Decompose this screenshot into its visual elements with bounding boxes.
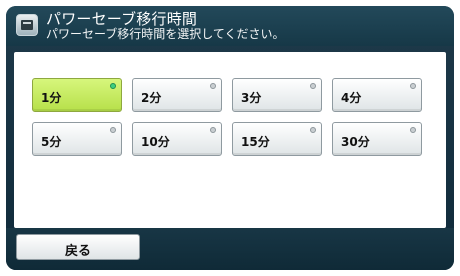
option-4-minutes[interactable]: 4分 [332,78,422,112]
option-30-minutes[interactable]: 30分 [332,122,422,156]
selection-led-icon [310,127,316,133]
option-label: 2分 [141,91,162,105]
option-label: 5分 [41,135,62,149]
device-frame: パワーセーブ移行時間 パワーセーブ移行時間を選択してください。 1分 2分 3分… [0,0,460,276]
footer-bar: 戻る [6,228,454,270]
option-label: 30分 [341,135,370,149]
option-label: 1分 [41,91,62,105]
printer-tray-glyph [21,20,33,30]
machine-settings-icon [16,14,38,36]
selection-led-icon [110,83,116,89]
option-5-minutes[interactable]: 5分 [32,122,122,156]
selection-led-icon [110,127,116,133]
selection-led-icon [410,127,416,133]
option-10-minutes[interactable]: 10分 [132,122,222,156]
selection-led-icon [210,127,216,133]
option-label: 15分 [241,135,270,149]
option-label: 10分 [141,135,170,149]
screen-subtitle: パワーセーブ移行時間を選択してください。 [46,27,285,41]
back-button-label: 戻る [64,244,91,259]
option-label: 3分 [241,91,262,105]
option-15-minutes[interactable]: 15分 [232,122,322,156]
lcd-screen: パワーセーブ移行時間 パワーセーブ移行時間を選択してください。 1分 2分 3分… [6,6,454,270]
selection-led-icon [410,83,416,89]
option-3-minutes[interactable]: 3分 [232,78,322,112]
header-bar: パワーセーブ移行時間 パワーセーブ移行時間を選択してください。 [6,6,454,46]
option-label: 4分 [341,91,362,105]
selection-led-icon [210,83,216,89]
selection-led-icon [310,83,316,89]
options-panel: 1分 2分 3分 4分 5分 10分 15分 30分 [14,52,446,228]
option-2-minutes[interactable]: 2分 [132,78,222,112]
screen-title: パワーセーブ移行時間 [46,10,198,28]
back-button[interactable]: 戻る [16,234,140,260]
option-1-minute[interactable]: 1分 [32,78,122,112]
